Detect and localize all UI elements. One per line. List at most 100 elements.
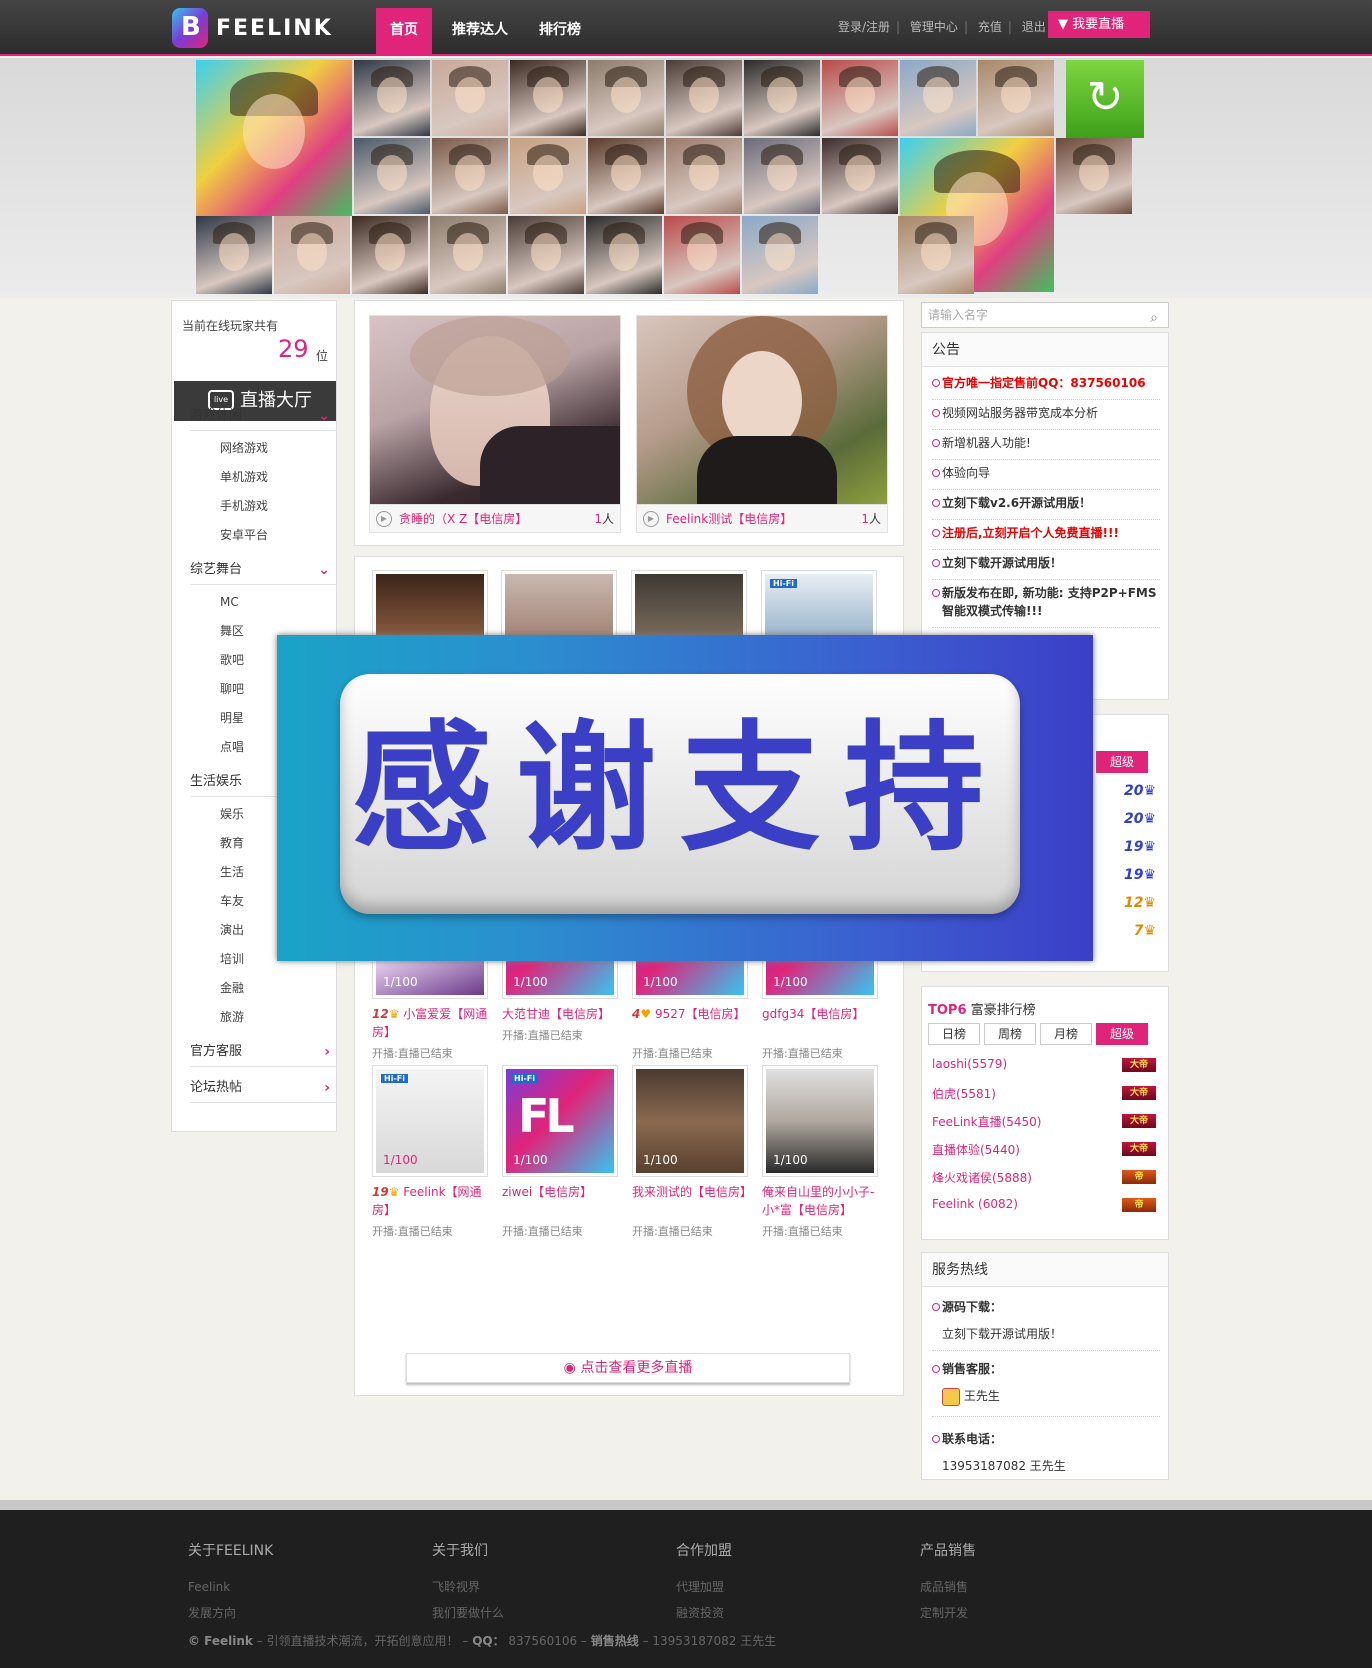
footer-link[interactable]: 飞聆视界	[432, 1574, 504, 1600]
avatar-thumbnail[interactable]	[666, 138, 742, 214]
subcategory-item[interactable]: 旅游	[220, 1006, 244, 1028]
subcategory-item[interactable]: 舞区	[220, 620, 244, 642]
category-0[interactable]: 游戏休闲 ⌄	[190, 401, 338, 431]
nav-ranking[interactable]: 排行榜	[528, 8, 592, 56]
room-thumbnail[interactable]: Hi-Fi 1/100	[372, 1065, 488, 1177]
category-1[interactable]: 综艺舞台 ⌄	[190, 555, 338, 585]
search-icon[interactable]: ⌕	[1150, 306, 1158, 330]
avatar-thumbnail[interactable]	[822, 60, 898, 136]
subcategory-item[interactable]: 演出	[220, 919, 244, 941]
avatar-thumbnail[interactable]	[744, 60, 820, 136]
subcategory-item[interactable]: MC	[220, 591, 239, 613]
room-title[interactable]: 4♥ 9527【电信房】	[632, 1005, 752, 1023]
search-input[interactable]: 请输入名字 ⌕	[921, 302, 1169, 328]
avatar-thumbnail[interactable]	[510, 60, 586, 136]
nav-home[interactable]: 首页	[376, 8, 432, 56]
footer-link[interactable]: 发展方向	[188, 1600, 273, 1626]
subcategory-item[interactable]: 教育	[220, 832, 244, 854]
nav-recommended[interactable]: 推荐达人	[444, 8, 516, 56]
avatar-thumbnail[interactable]	[822, 138, 898, 214]
subcategory-item[interactable]: 安卓平台	[220, 524, 268, 546]
avatar-thumbnail[interactable]	[432, 138, 508, 214]
avatar-thumbnail[interactable]	[898, 216, 974, 294]
room-thumbnail[interactable]: 1/100	[632, 1065, 748, 1177]
notice-item[interactable]: 新版发布在即, 新功能: 支持P2P+FMS智能双模式传输!!!	[932, 579, 1160, 628]
subcategory-item[interactable]: 明星	[220, 707, 244, 729]
tab-super[interactable]: 超级	[1096, 751, 1148, 773]
room-title[interactable]: 12♛ 小富爱爱【网通房】	[372, 1005, 492, 1041]
tab-month[interactable]: 月榜	[1040, 1023, 1092, 1045]
featured-room-image[interactable]	[370, 316, 620, 504]
footer-link[interactable]: 成品销售	[920, 1574, 976, 1600]
notice-item[interactable]: 新增机器人功能!	[932, 429, 1160, 460]
avatar-thumbnail[interactable]	[586, 216, 662, 294]
room-title[interactable]: ziwei【电信房】	[502, 1183, 622, 1201]
category-4[interactable]: 论坛热帖 ›	[190, 1073, 338, 1103]
login-register-link[interactable]: 登录/注册	[838, 20, 890, 34]
room-thumbnail[interactable]: 1/100	[762, 1065, 878, 1177]
subcategory-item[interactable]: 单机游戏	[220, 466, 268, 488]
more-live-button[interactable]: ◉ 点击查看更多直播	[406, 1353, 850, 1383]
notice-item[interactable]: 官方唯一指定售前QQ：837560106	[932, 369, 1160, 400]
refresh-icon[interactable]: ↻	[1066, 60, 1144, 138]
tab-day[interactable]: 日榜	[928, 1023, 980, 1045]
avatar-thumbnail[interactable]	[666, 60, 742, 136]
avatar-thumbnail[interactable]	[274, 216, 350, 294]
logo[interactable]: B FEELINK	[172, 8, 332, 48]
avatar-thumbnail[interactable]	[432, 60, 508, 136]
rich-rank-item[interactable]: 直播体验(5440)	[932, 1141, 1020, 1158]
subcategory-item[interactable]: 车友	[220, 890, 244, 912]
avatar-thumbnail[interactable]	[588, 60, 664, 136]
room-title[interactable]: 19♛ Feelink【网通房】	[372, 1183, 492, 1219]
avatar-thumbnail[interactable]	[508, 216, 584, 294]
footer-link[interactable]: 融资投资	[676, 1600, 732, 1626]
featured-room[interactable]: ▶ 贪睡的（X Z【电信房】 1人	[369, 315, 621, 533]
avatar-thumbnail[interactable]	[742, 216, 818, 294]
rich-rank-item[interactable]: laoshi(5579)	[932, 1057, 1007, 1071]
notice-item[interactable]: 立刻下载v2.6开源试用版！	[932, 489, 1160, 520]
avatar-thumbnail[interactable]	[900, 60, 976, 136]
room-title[interactable]: 俺来自山里的小小子-小*富【电信房】	[762, 1183, 882, 1219]
rich-rank-item[interactable]: 烽火戏诸侯(5888)	[932, 1169, 1032, 1186]
avatar-thumbnail[interactable]	[354, 60, 430, 136]
rich-rank-item[interactable]: 伯虎(5581)	[932, 1085, 996, 1102]
rich-rank-item[interactable]: Feelink (6082)	[932, 1197, 1018, 1211]
featured-room-name[interactable]: 贪睡的（X Z【电信房】	[399, 505, 527, 533]
subcategory-item[interactable]: 娱乐	[220, 803, 244, 825]
room-title[interactable]: 我来测试的【电信房】	[632, 1183, 752, 1201]
footer-link[interactable]: 定制开发	[920, 1600, 976, 1626]
subcategory-item[interactable]: 培训	[220, 948, 244, 970]
featured-room[interactable]: ▶ Feelink测试【电信房】 1人	[636, 315, 888, 533]
subcategory-item[interactable]: 生活	[220, 861, 244, 883]
room-thumbnail[interactable]: FL Hi-Fi 1/100	[502, 1065, 618, 1177]
subcategory-item[interactable]: 金融	[220, 977, 244, 999]
notice-item[interactable]: 体验向导	[932, 459, 1160, 490]
subcategory-item[interactable]: 点唱	[220, 736, 244, 758]
avatar-thumbnail[interactable]	[510, 138, 586, 214]
tab-week[interactable]: 周榜	[984, 1023, 1036, 1045]
subcategory-item[interactable]: 网络游戏	[220, 437, 268, 459]
subcategory-item[interactable]: 聊吧	[220, 678, 244, 700]
footer-link[interactable]: 我们要做什么	[432, 1600, 504, 1626]
tab-super[interactable]: 超级	[1096, 1023, 1148, 1045]
play-icon[interactable]: ▶	[643, 511, 659, 527]
notice-item[interactable]: 注册后,立刻开启个人免费直播!!!	[932, 519, 1160, 550]
avatar-thumbnail[interactable]	[1056, 138, 1132, 214]
recharge-link[interactable]: 充值	[978, 20, 1002, 34]
play-icon[interactable]: ▶	[376, 511, 392, 527]
rich-rank-item[interactable]: FeeLink直播(5450)	[932, 1113, 1042, 1130]
featured-room-image[interactable]	[637, 316, 887, 504]
footer-link[interactable]: 代理加盟	[676, 1574, 732, 1600]
featured-room-name[interactable]: Feelink测试【电信房】	[666, 505, 792, 533]
notice-item[interactable]: 立刻下载开源试用版！	[932, 549, 1160, 580]
avatar-thumbnail[interactable]	[588, 138, 664, 214]
avatar-thumbnail[interactable]	[196, 216, 272, 294]
download-link[interactable]: 立刻下载开源试用版！	[932, 1325, 1160, 1351]
category-3[interactable]: 官方客服 ›	[190, 1037, 338, 1067]
avatar-thumbnail[interactable]	[978, 60, 1054, 136]
room-title[interactable]: 大范甘迪【电信房】	[502, 1005, 622, 1023]
avatar-thumbnail[interactable]	[664, 216, 740, 294]
room-title[interactable]: gdfg34【电信房】	[762, 1005, 882, 1023]
admin-center-link[interactable]: 管理中心	[910, 20, 958, 34]
avatar-thumbnail[interactable]	[744, 138, 820, 214]
